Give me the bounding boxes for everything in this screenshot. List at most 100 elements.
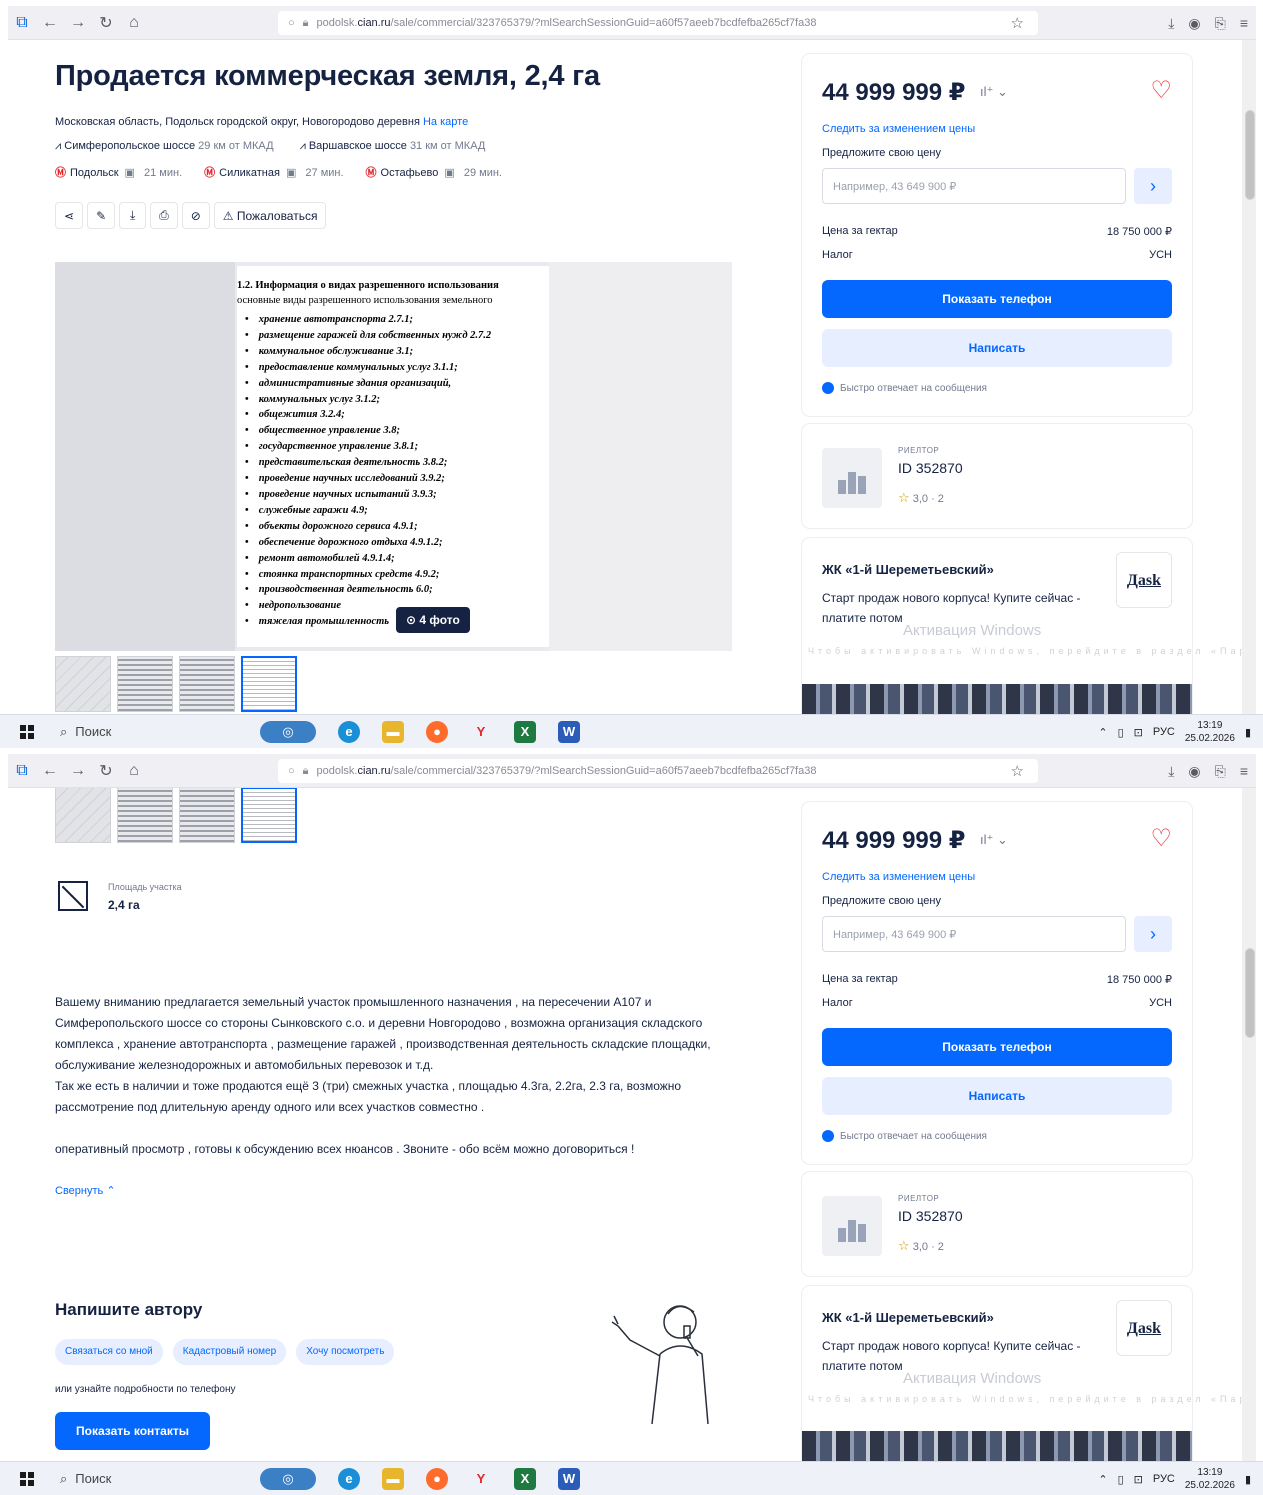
offer-price-input[interactable]: Например, 43 649 900 ₽ — [822, 916, 1126, 952]
download-pdf-icon[interactable]: ⤓ — [119, 202, 147, 229]
follow-price-link[interactable]: Следить за изменением цены — [822, 871, 975, 883]
submit-offer-chevron-icon[interactable]: › — [1134, 916, 1172, 952]
complain-button[interactable]: ⚠ Пожаловаться — [213, 202, 327, 229]
yandex-icon[interactable]: Y — [470, 721, 492, 743]
excel-icon[interactable]: X — [514, 1467, 536, 1490]
extensions-icon[interactable]: ⎘ — [1215, 763, 1226, 780]
collapse-link[interactable]: Свернуть ⌃ — [55, 1184, 116, 1197]
windows-start-icon[interactable] — [20, 724, 34, 739]
account-icon[interactable]: ◉ — [1188, 15, 1200, 32]
forward-icon[interactable]: → — [64, 14, 92, 32]
explorer-icon[interactable]: ▬ — [382, 1467, 404, 1490]
edit-icon[interactable]: ✎ — [87, 202, 116, 229]
word-icon[interactable]: W — [558, 1467, 580, 1490]
thumbnail[interactable] — [179, 788, 235, 843]
tray-chevron-icon[interactable]: ⌃ — [1098, 1473, 1107, 1486]
price-per-hectare: Цена за гектар 18 750 000 ₽ — [822, 225, 1172, 238]
back-icon[interactable]: ← — [36, 762, 64, 780]
back-icon[interactable]: ← — [36, 14, 64, 32]
bookmark-star-icon[interactable]: ☆ — [1011, 14, 1024, 32]
thumbnail[interactable] — [55, 656, 111, 712]
show-contacts-button[interactable]: Показать контакты — [55, 1412, 210, 1450]
thumbnail-active[interactable] — [241, 656, 297, 712]
favorite-heart-icon[interactable]: ♡ — [1150, 76, 1172, 105]
explorer-icon[interactable]: ▬ — [382, 720, 404, 743]
widgets-icon[interactable]: ◎ — [260, 1467, 316, 1490]
submit-offer-chevron-icon[interactable]: › — [1134, 168, 1172, 204]
photo-count-button[interactable]: ⊙ 4 фото — [396, 607, 470, 633]
forward-icon[interactable]: → — [64, 762, 92, 780]
widgets-icon[interactable]: ◎ — [260, 720, 316, 743]
thumbnail[interactable] — [179, 656, 235, 712]
favorite-heart-icon[interactable]: ♡ — [1150, 824, 1172, 853]
chip-contact-me[interactable]: Связаться со мной — [55, 1339, 163, 1365]
reload-icon[interactable]: ↻ — [92, 761, 120, 781]
clock[interactable]: 13:19 25.02.2026 — [1185, 1466, 1235, 1492]
address-bar[interactable]: ○ 🔒︎ podolsk.cian.ru/sale/commercial/323… — [278, 11, 1038, 35]
extensions-icon[interactable]: ⎘ — [1215, 15, 1226, 32]
offer-price-input[interactable]: Например, 43 649 900 ₽ — [822, 168, 1126, 204]
scrollbar[interactable] — [1242, 40, 1256, 714]
write-button[interactable]: Написать — [822, 329, 1172, 367]
chip-want-to-view[interactable]: Хочу посмотреть — [296, 1339, 395, 1365]
clock[interactable]: 13:19 25.02.2026 — [1185, 719, 1235, 745]
share-icon[interactable]: ⋖ — [55, 202, 84, 229]
highway-item[interactable]: ⩘ Симферопольское шоссе 29 км от МКАД — [55, 140, 274, 153]
taskbar-search[interactable]: ⌕ Поиск — [60, 724, 220, 740]
price-chart-icon[interactable]: ıl⁺ ⌄ — [980, 84, 1008, 100]
edge-icon[interactable]: e — [338, 720, 360, 743]
firefox-icon[interactable]: ● — [426, 720, 448, 743]
thumbnail-active[interactable] — [241, 788, 297, 843]
reload-icon[interactable]: ↻ — [92, 13, 120, 33]
agent-card[interactable]: РИЕЛТОР ID 352870 ☆ 3,0 · 2 — [802, 1172, 1192, 1276]
price-chart-icon[interactable]: ıl⁺ ⌄ — [980, 832, 1008, 848]
download-icon[interactable]: ⤓ — [1168, 763, 1174, 780]
firefox-icon[interactable]: ● — [426, 1467, 448, 1490]
menu-icon[interactable]: ≡ — [1240, 763, 1248, 779]
walk-icon: ▣ — [285, 167, 297, 179]
scrollbar[interactable] — [1242, 788, 1256, 1461]
home-icon[interactable]: ⌂ — [120, 14, 148, 32]
show-phone-button[interactable]: Показать телефон — [822, 280, 1172, 318]
map-link[interactable]: На карте — [423, 116, 468, 128]
taskbar-search[interactable]: ⌕ Поиск — [60, 1471, 220, 1487]
language-indicator[interactable]: РУС — [1153, 726, 1175, 738]
thumbnail[interactable] — [55, 788, 111, 843]
account-icon[interactable]: ◉ — [1188, 763, 1200, 780]
notification-icon[interactable]: ▮ — [1245, 726, 1251, 739]
network-icon[interactable]: ⊡ — [1134, 726, 1143, 739]
windows-start-icon[interactable] — [20, 1471, 34, 1486]
tray-chevron-icon[interactable]: ⌃ — [1098, 726, 1107, 739]
url-path: /sale/commercial/323765379/?mlSearchSess… — [390, 17, 817, 29]
thumbnail[interactable] — [117, 788, 173, 843]
photo-gallery[interactable]: 1.2. Информация о видах разрешенного исп… — [55, 262, 732, 651]
metro-item[interactable]: Ⓜ Силикатная ▣ 27 мин. — [204, 164, 343, 180]
edge-icon[interactable]: e — [338, 1467, 360, 1490]
show-phone-button[interactable]: Показать телефон — [822, 1028, 1172, 1066]
metro-item[interactable]: Ⓜ Остафьево ▣ 29 мин. — [366, 164, 502, 180]
yandex-icon[interactable]: Y — [470, 1468, 492, 1490]
menu-icon[interactable]: ≡ — [1240, 15, 1248, 31]
chip-cadastral-number[interactable]: Кадастровый номер — [172, 1339, 287, 1365]
hide-icon[interactable]: ⊘ — [181, 202, 210, 229]
highway-item[interactable]: ⩘ Варшавское шоссе 31 км от МКАД — [300, 140, 486, 153]
agent-card[interactable]: РИЕЛТОР ID 352870 ☆ 3,0 · 2 — [802, 424, 1192, 528]
or-phone-text: или узнайте подробности по телефону — [55, 1384, 236, 1395]
follow-price-link[interactable]: Следить за изменением цены — [822, 123, 975, 135]
network-icon[interactable]: ⊡ — [1134, 1473, 1143, 1486]
write-button[interactable]: Написать — [822, 1077, 1172, 1115]
tab-overview-icon[interactable]: ⧉ — [8, 762, 36, 780]
address-bar[interactable]: ○ 🔒︎ podolsk.cian.ru/sale/commercial/323… — [278, 759, 1038, 783]
tab-overview-icon[interactable]: ⧉ — [8, 14, 36, 32]
word-icon[interactable]: W — [558, 720, 580, 743]
walk-icon: ▣ — [444, 167, 455, 179]
download-icon[interactable]: ⤓ — [1168, 15, 1174, 32]
bookmark-star-icon[interactable]: ☆ — [1011, 762, 1024, 780]
metro-item[interactable]: Ⓜ Подольск ▣ 21 мин. — [55, 164, 182, 180]
excel-icon[interactable]: X — [514, 720, 536, 743]
thumbnail[interactable] — [117, 656, 173, 712]
print-icon[interactable]: ⎙ — [150, 202, 178, 229]
language-indicator[interactable]: РУС — [1153, 1473, 1175, 1485]
notification-icon[interactable]: ▮ — [1245, 1473, 1251, 1486]
home-icon[interactable]: ⌂ — [120, 762, 148, 780]
